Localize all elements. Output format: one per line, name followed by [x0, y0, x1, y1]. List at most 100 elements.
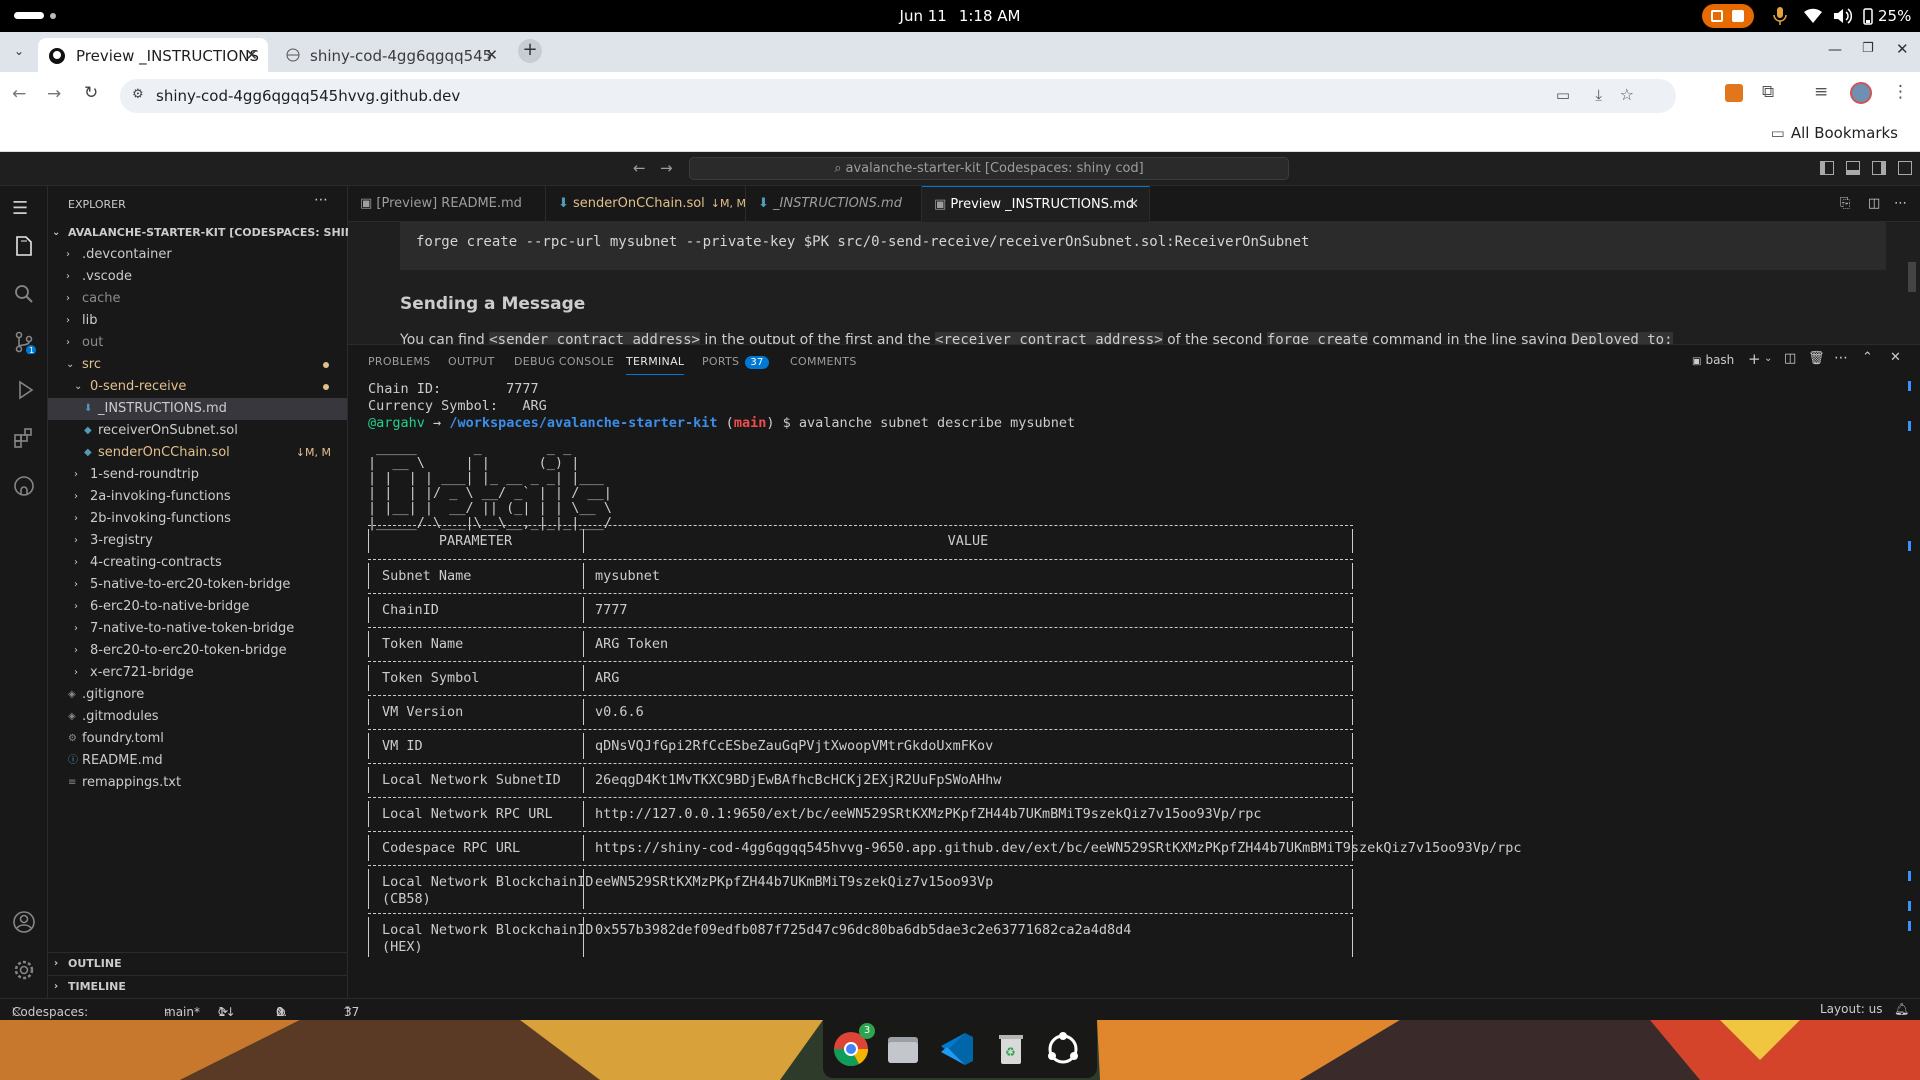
terminal-output[interactable]: Chain ID: 7777 Currency Symbol: ARG @argah…	[368, 381, 1908, 993]
tree-folder[interactable]: › 2b-invoking-functions	[48, 508, 347, 530]
toggle-panel-icon[interactable]	[1846, 161, 1860, 175]
media-controls-icon[interactable]: ≡	[1814, 82, 1828, 102]
go-back-icon[interactable]: ←	[633, 159, 646, 177]
close-tab-icon[interactable]: ✕	[245, 46, 258, 64]
customize-layout-icon[interactable]	[1898, 161, 1912, 175]
wifi-icon[interactable]	[1803, 6, 1823, 26]
editor-tab[interactable]: ▣ [Preview] README.md	[348, 186, 546, 222]
tree-folder[interactable]: ⌄ src	[48, 354, 347, 376]
browser-tab-active[interactable]: Preview _INSTRUCTIONS ✕	[38, 38, 268, 72]
go-forward-icon[interactable]: →	[660, 159, 673, 177]
close-tab-icon[interactable]: ✕	[1128, 197, 1139, 212]
menu-icon[interactable]: ☰	[12, 198, 36, 222]
tree-folder[interactable]: › 4-creating-contracts	[48, 552, 347, 574]
terminal-scrollbar[interactable]	[1908, 381, 1912, 981]
profile-avatar[interactable]	[1850, 82, 1872, 104]
tree-folder[interactable]: › 6-erc20-to-native-bridge	[48, 596, 347, 618]
toggle-secondary-sidebar-icon[interactable]	[1872, 161, 1886, 175]
minimize-window-button[interactable]: —	[1828, 42, 1842, 58]
back-icon[interactable]: ←	[12, 84, 26, 104]
explorer-more-icon[interactable]: ⋯	[314, 192, 328, 208]
timeline-section[interactable]: › TIMELINE	[48, 975, 347, 997]
gear-icon[interactable]	[12, 958, 36, 982]
editor-scrollbar[interactable]	[1908, 262, 1916, 292]
tree-folder[interactable]: ⌄ 0-send-receive	[48, 376, 347, 398]
tree-file[interactable]: ◈ .gitmodules	[48, 706, 347, 728]
tree-folder[interactable]: › .devcontainer	[48, 244, 347, 266]
editor-tab[interactable]: ⬇ _INSTRUCTIONS.md	[746, 186, 922, 222]
extensions-icon[interactable]	[12, 426, 36, 450]
outline-section[interactable]: › OUTLINE	[48, 953, 347, 975]
github-icon[interactable]	[12, 474, 36, 498]
tree-folder[interactable]: › cache	[48, 288, 347, 310]
notifications-bell-icon[interactable]: 🔔︎	[1894, 1002, 1909, 1016]
trash-app-icon[interactable]: ♻	[989, 1027, 1033, 1071]
install-app-icon[interactable]: ⤓	[1595, 86, 1602, 104]
tree-folder[interactable]: › 1-send-roundtrip	[48, 464, 347, 486]
tree-folder[interactable]: › out	[48, 332, 347, 354]
keyboard-layout[interactable]: Layout: us	[1820, 1002, 1883, 1016]
accounts-icon[interactable]	[12, 910, 36, 934]
close-tab-icon[interactable]: ✕	[485, 46, 498, 64]
tab-search-chevron-icon[interactable]: ⌄	[14, 44, 24, 58]
panel-tab[interactable]: PROBLEMS	[368, 355, 430, 368]
metamask-extension-icon[interactable]	[1725, 84, 1743, 102]
terminal-shell-selector[interactable]: ▣ bash	[1692, 353, 1734, 367]
chrome-app-icon[interactable]: 3	[829, 1023, 875, 1071]
site-info-icon[interactable]: ⚙	[132, 87, 144, 102]
clock[interactable]: Jun 11 1:18 AM	[0, 7, 1920, 25]
toggle-sidebar-icon[interactable]	[1820, 161, 1834, 175]
browser-tab[interactable]: shiny-cod-4gg6qgqq545 ✕	[272, 38, 508, 72]
new-tab-button[interactable]: +	[518, 39, 542, 63]
tree-folder[interactable]: › 7-native-to-native-token-bridge	[48, 618, 347, 640]
panel-tab[interactable]: TERMINAL	[626, 355, 685, 375]
tree-file[interactable]: ⓘ README.md	[48, 750, 347, 772]
tree-file[interactable]: ◆ receiverOnSubnet.sol	[48, 420, 347, 442]
bookmark-star-icon[interactable]: ☆	[1620, 85, 1634, 104]
tree-folder[interactable]: › x-erc721-bridge	[48, 662, 347, 684]
battery-icon[interactable]	[1862, 6, 1874, 26]
extensions-puzzle-icon[interactable]: ⧉	[1762, 82, 1774, 102]
tree-file[interactable]: ⬇ _INSTRUCTIONS.md	[48, 398, 347, 420]
panel-tab[interactable]: DEBUG CONSOLE	[514, 355, 614, 368]
explorer-icon[interactable]	[12, 234, 36, 258]
explorer-root[interactable]: ⌄ AVALANCHE-STARTER-KIT [CODESPACES: SHI…	[48, 222, 386, 244]
maximize-panel-icon[interactable]: ⌃	[1862, 350, 1873, 365]
command-center[interactable]: ⌕ avalanche-starter-kit [Codespaces: shin…	[689, 157, 1289, 180]
tree-folder[interactable]: › 2a-invoking-functions	[48, 486, 347, 508]
new-terminal-button[interactable]: +	[1748, 350, 1761, 368]
tree-file[interactable]: ◆ senderOnCChain.sol ↓M, M	[48, 442, 347, 464]
address-bar[interactable]: ⚙ shiny-cod-4gg6qgqq545hvvg.github.dev ▭…	[120, 79, 1676, 113]
editor-more-icon[interactable]: ⋯	[1894, 196, 1907, 211]
files-app-icon[interactable]	[881, 1027, 925, 1071]
terminal-dropdown-icon[interactable]: ⌄	[1764, 353, 1772, 364]
browser-menu-icon[interactable]: ⋮	[1892, 82, 1909, 102]
forward-icon[interactable]: →	[47, 84, 61, 104]
app-grid-icon[interactable]	[1041, 1027, 1085, 1071]
tree-folder[interactable]: › .vscode	[48, 266, 347, 288]
tree-file[interactable]: ≡ remappings.txt	[48, 772, 347, 794]
markdown-preview[interactable]: forge create --rpc-url mysubnet --privat…	[348, 222, 1920, 344]
tree-folder[interactable]: › 5-native-to-erc20-token-bridge	[48, 574, 347, 596]
clipboard-icon[interactable]: ▭	[1556, 86, 1570, 104]
tree-file[interactable]: ◈ .gitignore	[48, 684, 347, 706]
panel-tab[interactable]: COMMENTS	[790, 355, 857, 368]
panel-more-icon[interactable]: ⋯	[1834, 350, 1848, 366]
tree-folder[interactable]: › 3-registry	[48, 530, 347, 552]
microphone-icon[interactable]	[1772, 6, 1788, 26]
tree-file[interactable]: ⚙ foundry.toml	[48, 728, 347, 750]
editor-tab[interactable]: ⬇ senderOnCChain.sol ↓M, M	[546, 186, 746, 222]
volume-icon[interactable]	[1832, 6, 1852, 26]
all-bookmarks-button[interactable]: ▭ All Bookmarks	[1771, 124, 1898, 142]
search-icon[interactable]	[12, 282, 36, 306]
screen-record-indicator[interactable]	[1702, 4, 1754, 28]
open-source-icon[interactable]: ⎘	[1840, 196, 1850, 211]
close-panel-icon[interactable]: ✕	[1890, 350, 1901, 365]
trash-icon[interactable]: 🗑	[1808, 351, 1825, 366]
tree-folder[interactable]: › lib	[48, 310, 347, 332]
panel-tab[interactable]: PORTS 37	[702, 355, 769, 369]
panel-tab[interactable]: OUTPUT	[448, 355, 495, 368]
tree-folder[interactable]: › 8-erc20-to-erc20-token-bridge	[48, 640, 347, 662]
split-editor-icon[interactable]: ◫	[1868, 196, 1880, 211]
vscode-app-icon[interactable]	[935, 1027, 979, 1071]
